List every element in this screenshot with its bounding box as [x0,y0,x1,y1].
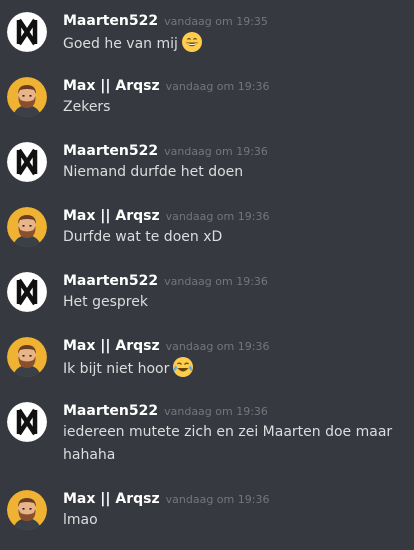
message-timestamp: vandaag om 19:35 [164,15,268,28]
message-text: Zekers [63,99,111,115]
message-text: lmao [63,512,98,528]
message-header: Max || Arqsz vandaag om 19:36 [63,335,269,354]
avatar-maarten[interactable] [7,142,47,182]
message-text: Het gesprek [63,294,148,310]
message-header: Maarten522 vandaag om 19:35 [63,10,268,29]
avatar-maarten[interactable] [7,402,47,442]
message-content: iedereen mutete zich en zei Maarten doe … [63,421,408,467]
message-content: Zekers [63,96,408,119]
author-name[interactable]: Maarten522 [63,273,158,289]
avatar-max[interactable] [7,77,47,117]
message-content: Het gesprek [63,291,408,314]
message-header: Maarten522 vandaag om 19:36 [63,270,268,289]
joy-face-icon [172,356,194,386]
maarten-avatar-logo-icon [7,272,47,312]
author-name[interactable]: Max || Arqsz [63,78,160,94]
avatar-max[interactable] [7,207,47,247]
bearded-man-avatar-icon [7,207,47,247]
message-content: Goed he van mij [63,31,408,61]
message-timestamp: vandaag om 19:36 [164,145,268,158]
message-header: Maarten522 vandaag om 19:36 [63,140,268,159]
avatar-maarten[interactable] [7,272,47,312]
message-text: iedereen mutete zich en zei Maarten doe … [63,424,393,463]
bearded-man-avatar-icon [7,337,47,377]
message-text: Ik bijt niet hoor [63,361,170,377]
message-header: Max || Arqsz vandaag om 19:36 [63,205,269,224]
chat-message-list: Maarten522 vandaag om 19:35 Goed he van m… [0,0,414,550]
message-header: Max || Arqsz vandaag om 19:36 [63,488,269,507]
message-text: Niemand durfde het doen [63,164,244,180]
author-name[interactable]: Max || Arqsz [63,338,160,354]
message-text: Goed he van mij [63,36,178,52]
message-content: Niemand durfde het doen [63,161,408,184]
message-header: Max || Arqsz vandaag om 19:36 [63,75,269,94]
message-content: lmao [63,509,408,532]
grinning-face-icon [181,31,203,61]
message-text: Durfde wat te doen xD [63,229,223,245]
maarten-avatar-logo-icon [7,142,47,182]
author-name[interactable]: Max || Arqsz [63,491,160,507]
message-timestamp: vandaag om 19:36 [165,493,270,506]
avatar-max[interactable] [7,337,47,377]
message-content: Durfde wat te doen xD [63,226,408,249]
avatar-max[interactable] [7,490,47,530]
message-timestamp: vandaag om 19:36 [165,340,270,353]
message-header: Maarten522 vandaag om 19:36 [63,400,268,419]
message-timestamp: vandaag om 19:36 [165,80,270,93]
author-name[interactable]: Maarten522 [63,13,158,29]
maarten-avatar-logo-icon [7,12,47,52]
message-content: Ik bijt niet hoor [63,356,408,386]
message-timestamp: vandaag om 19:36 [164,275,268,288]
avatar-maarten[interactable] [7,12,47,52]
bearded-man-avatar-icon [7,490,47,530]
message-timestamp: vandaag om 19:36 [164,405,268,418]
author-name[interactable]: Maarten522 [63,403,158,419]
author-name[interactable]: Maarten522 [63,143,158,159]
message-timestamp: vandaag om 19:36 [165,210,270,223]
author-name[interactable]: Max || Arqsz [63,208,160,224]
maarten-avatar-logo-icon [7,402,47,442]
bearded-man-avatar-icon [7,77,47,117]
